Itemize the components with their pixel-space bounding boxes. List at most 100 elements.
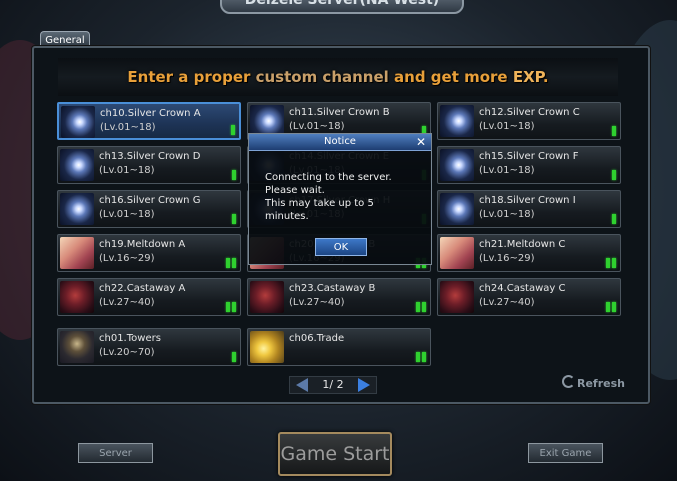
silver-crown-icon xyxy=(60,149,94,181)
dialog-title-bar: Notice ✕ xyxy=(249,134,431,151)
dialog-line: Please wait. xyxy=(265,185,325,196)
channel-name: ch23.Castaway B xyxy=(289,283,376,294)
population-bar xyxy=(226,302,230,312)
population-bars-icon xyxy=(612,214,616,224)
channel-name: ch12.Silver Crown C xyxy=(479,107,580,118)
population-bar xyxy=(232,352,236,362)
dialog-line: minutes. xyxy=(265,211,309,222)
population-bars-icon xyxy=(232,170,236,180)
dialog-line: Connecting to the server. xyxy=(265,172,392,183)
banner-highlight-channel: custom channel xyxy=(255,68,389,86)
population-bars-icon xyxy=(232,352,236,362)
server-button[interactable]: Server xyxy=(78,443,153,463)
population-bars-icon xyxy=(612,170,616,180)
channel-name: ch06.Trade xyxy=(289,333,345,344)
meltdown-icon xyxy=(440,237,474,269)
silver-crown-icon xyxy=(440,149,474,181)
channel-item[interactable]: ch13.Silver Crown D (Lv.01~18) xyxy=(57,146,241,184)
channel-name: ch13.Silver Crown D xyxy=(99,151,201,162)
silver-crown-icon xyxy=(60,193,94,225)
channel-level: (Lv.27~40) xyxy=(289,297,345,308)
channel-item[interactable]: ch21.Meltdown C (Lv.16~29) xyxy=(437,234,621,272)
silver-crown-icon xyxy=(61,106,95,138)
channel-item[interactable]: ch18.Silver Crown I (Lv.01~18) xyxy=(437,190,621,228)
population-bars-icon xyxy=(416,302,426,312)
ok-button[interactable]: OK xyxy=(315,238,367,256)
channel-name: ch11.Silver Crown B xyxy=(289,107,390,118)
population-bars-icon xyxy=(606,302,616,312)
population-bar xyxy=(232,302,236,312)
channel-item[interactable]: ch19.Meltdown A (Lv.16~29) xyxy=(57,234,241,272)
population-bar xyxy=(422,352,426,362)
silver-crown-icon xyxy=(440,105,474,137)
population-bar xyxy=(612,126,616,136)
population-bar xyxy=(232,258,236,268)
castaway-icon xyxy=(440,281,474,313)
trade-icon xyxy=(250,331,284,363)
channel-level: (Lv.01~18) xyxy=(99,165,155,176)
channel-level: (Lv.27~40) xyxy=(479,297,535,308)
refresh-button[interactable]: Refresh xyxy=(562,375,625,390)
population-bar xyxy=(612,170,616,180)
population-bars-icon xyxy=(226,302,236,312)
exp-banner: Enter a proper custom channel and get mo… xyxy=(58,58,618,96)
channel-item[interactable]: ch10.Silver Crown A (Lv.01~18) xyxy=(57,102,241,140)
next-page-arrow-icon[interactable] xyxy=(358,378,370,392)
towers-icon xyxy=(60,331,94,363)
population-bar xyxy=(232,170,236,180)
population-bars-icon xyxy=(226,258,236,268)
channel-name: ch10.Silver Crown A xyxy=(100,108,201,119)
castaway-icon xyxy=(250,281,284,313)
refresh-icon xyxy=(562,375,575,388)
channel-level: (Lv.01~18) xyxy=(479,121,535,132)
channel-level: (Lv.16~29) xyxy=(99,253,155,264)
channel-item[interactable]: ch12.Silver Crown C (Lv.01~18) xyxy=(437,102,621,140)
channel-item[interactable]: ch23.Castaway B (Lv.27~40) xyxy=(247,278,431,316)
channel-name: ch24.Castaway C xyxy=(479,283,566,294)
channel-name: ch21.Meltdown C xyxy=(479,239,566,250)
channel-item[interactable]: ch06.Trade xyxy=(247,328,431,366)
channel-level: (Lv.27~40) xyxy=(99,297,155,308)
banner-text-3: . xyxy=(542,68,549,86)
channel-level: (Lv.01~18) xyxy=(100,122,156,133)
notice-dialog: Notice ✕ Connecting to the server. Pleas… xyxy=(248,133,432,265)
population-bar xyxy=(416,302,420,312)
channel-name: ch01.Towers xyxy=(99,333,161,344)
banner-text-1: Enter a proper xyxy=(127,68,256,86)
population-bar xyxy=(612,302,616,312)
game-start-button[interactable]: Game Start xyxy=(278,432,392,476)
refresh-label: Refresh xyxy=(577,377,625,390)
close-icon[interactable]: ✕ xyxy=(416,134,426,150)
channel-name: ch19.Meltdown A xyxy=(99,239,186,250)
population-bar xyxy=(606,302,610,312)
meltdown-icon xyxy=(60,237,94,269)
castaway-icon xyxy=(60,281,94,313)
population-bar xyxy=(232,214,236,224)
dialog-line: This may take up to 5 xyxy=(265,198,374,209)
channel-name: ch22.Castaway A xyxy=(99,283,186,294)
channel-item[interactable]: ch01.Towers (Lv.20~70) xyxy=(57,328,241,366)
population-bar xyxy=(416,352,420,362)
population-bar xyxy=(422,302,426,312)
channel-name: ch18.Silver Crown I xyxy=(479,195,576,206)
dialog-message: Connecting to the server. Please wait. T… xyxy=(265,171,425,223)
channel-level: (Lv.01~18) xyxy=(479,209,535,220)
population-bars-icon xyxy=(416,352,426,362)
channel-item[interactable]: ch24.Castaway C (Lv.27~40) xyxy=(437,278,621,316)
server-title: Delzeie Server(NA West) xyxy=(220,0,464,14)
channel-item[interactable]: ch15.Silver Crown F (Lv.01~18) xyxy=(437,146,621,184)
pager: 1/ 2 xyxy=(289,376,377,394)
channel-name: ch15.Silver Crown F xyxy=(479,151,579,162)
channel-item[interactable]: ch16.Silver Crown G (Lv.01~18) xyxy=(57,190,241,228)
population-bar xyxy=(612,214,616,224)
channel-level: (Lv.01~18) xyxy=(479,165,535,176)
population-bars-icon xyxy=(232,214,236,224)
banner-text-2: and get more xyxy=(388,68,513,86)
exit-game-button[interactable]: Exit Game xyxy=(528,443,603,463)
silver-crown-icon xyxy=(440,193,474,225)
channel-name: ch16.Silver Crown G xyxy=(99,195,201,206)
population-bar xyxy=(226,258,230,268)
dialog-title: Notice xyxy=(324,136,356,147)
channel-item[interactable]: ch22.Castaway A (Lv.27~40) xyxy=(57,278,241,316)
population-bar xyxy=(606,258,610,268)
